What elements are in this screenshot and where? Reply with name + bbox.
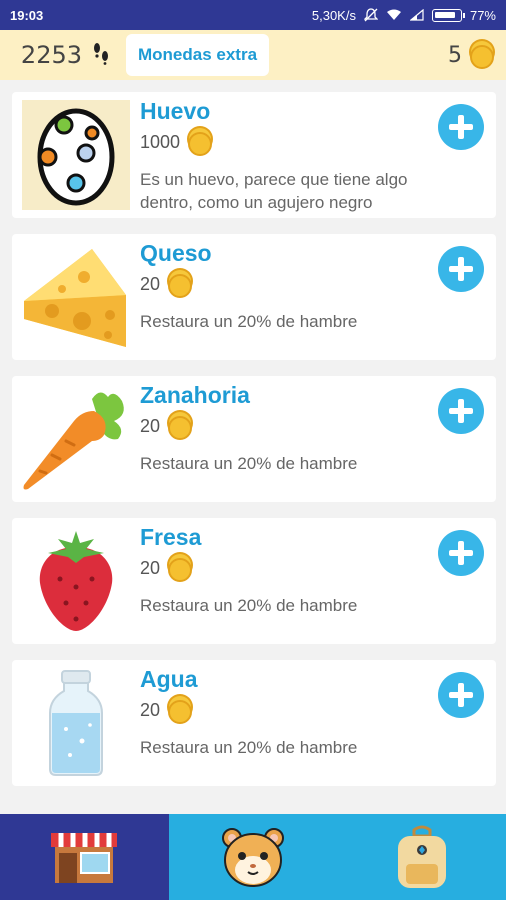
coin-icon	[168, 274, 193, 298]
top-bar: 2253 Monedas extra 5	[0, 30, 506, 80]
item-price: 20	[140, 414, 193, 440]
strawberry-icon	[22, 526, 130, 636]
bottom-nav	[0, 814, 506, 900]
battery-icon	[431, 8, 465, 22]
egg-icon	[22, 100, 130, 210]
shop-item-list: Huevo 1000 Es un huevo, parece que tiene…	[12, 92, 496, 802]
item-description: Restaura un 20% de hambre	[140, 596, 358, 615]
item-name: Zanahoria	[140, 382, 250, 408]
tab-shop[interactable]	[0, 814, 169, 900]
item-price-value: 1000	[140, 131, 181, 152]
wifi-icon	[386, 9, 401, 20]
item-price: 20	[140, 698, 193, 724]
item-name: Huevo	[140, 98, 211, 124]
tab-hamster[interactable]	[168, 814, 338, 900]
coin-icon	[188, 132, 213, 156]
item-name: Queso	[140, 240, 212, 266]
tab-backpack[interactable]	[337, 814, 506, 900]
footprints-icon	[92, 41, 112, 70]
backpack-icon	[397, 825, 446, 888]
item-description: Restaura un 20% de hambre	[140, 312, 358, 331]
mute-icon	[363, 8, 378, 22]
item-price: 1000	[140, 130, 213, 156]
coins-count: 5	[448, 42, 462, 68]
hamster-icon	[222, 828, 284, 887]
status-indicators: 5,30K/s 77%	[312, 8, 496, 23]
add-fresa-button[interactable]	[438, 530, 484, 576]
battery-percent: 77%	[469, 7, 496, 23]
coin-icon	[168, 558, 193, 582]
coin-icon	[470, 45, 494, 69]
add-queso-button[interactable]	[438, 246, 484, 292]
item-price-value: 20	[140, 557, 161, 578]
item-price-value: 20	[140, 699, 161, 720]
status-bar: 19:03 5,30K/s 77%	[0, 0, 506, 30]
item-name: Agua	[140, 666, 198, 692]
network-speed: 5,30K/s	[311, 7, 356, 23]
coin-icon	[168, 700, 193, 724]
shop-item-zanahoria: Zanahoria 20 Restaura un 20% de hambre	[12, 376, 496, 502]
item-price: 20	[140, 272, 193, 298]
status-time: 19:03	[10, 7, 44, 23]
signal-icon	[409, 9, 424, 21]
item-name: Fresa	[140, 524, 202, 550]
steps-count: 2253	[20, 41, 82, 69]
shop-item-queso: Queso 20 Restaura un 20% de hambre	[12, 234, 496, 360]
item-price-value: 20	[140, 415, 161, 436]
add-agua-button[interactable]	[438, 672, 484, 718]
extra-coins-button[interactable]: Monedas extra	[126, 34, 270, 76]
item-price: 20	[140, 556, 193, 582]
item-price-value: 20	[140, 273, 161, 294]
item-description: Restaura un 20% de hambre	[140, 454, 358, 473]
shop-item-huevo: Huevo 1000 Es un huevo, parece que tiene…	[12, 92, 496, 218]
coin-icon	[168, 416, 193, 440]
item-description: Restaura un 20% de hambre	[140, 738, 358, 757]
item-description: Es un huevo, parece que tiene algo dentr…	[140, 170, 408, 212]
add-zanahoria-button[interactable]	[438, 388, 484, 434]
water-bottle-icon	[22, 668, 130, 778]
cheese-icon	[22, 242, 130, 352]
shop-icon	[51, 833, 118, 883]
add-huevo-button[interactable]	[438, 104, 484, 150]
shop-item-agua: Agua 20 Restaura un 20% de hambre	[12, 660, 496, 786]
carrot-icon	[22, 384, 130, 494]
shop-item-fresa: Fresa 20 Restaura un 20% de hambre	[12, 518, 496, 644]
